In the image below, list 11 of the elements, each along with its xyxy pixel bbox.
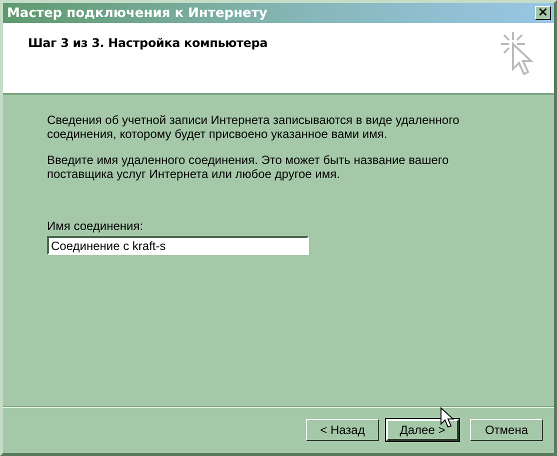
wizard-button[interactable]: Отмена [470,419,543,441]
mouse-pointer-icon [440,407,454,429]
instruction-text: Сведения об учетной записи Интернета записываются в виде удаленного соединения, которому будет присвоено указанное вами имя. [47,113,460,141]
close-button[interactable]: × [535,6,551,20]
step-title: Шаг 3 из 3. Настройка компьютера [28,36,268,52]
wizard-button[interactable]: < Назад [306,419,379,441]
connection-name-field[interactable]: Соединение с kraft-s [47,236,309,255]
field-label: Имя соединения: [47,219,144,233]
wizard-button[interactable]: Далее > [386,419,459,441]
instruction-text: Введите имя удаленного соединения. Это может быть название вашего поставщика услуг Интернета или любое другое имя. [47,153,450,181]
window-title: Мастер подключения к Интернету [7,6,268,20]
